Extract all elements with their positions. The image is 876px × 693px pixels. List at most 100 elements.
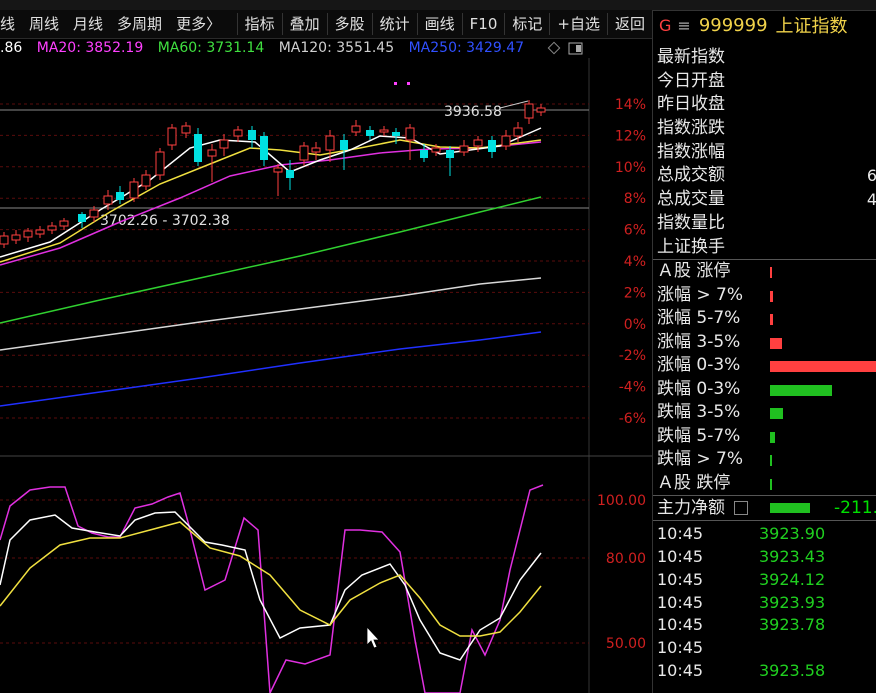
window-toggle-icon[interactable] bbox=[568, 42, 583, 55]
indicator-line-magenta bbox=[0, 484, 544, 693]
candle-body bbox=[392, 132, 400, 136]
stat-row: 指数量比 bbox=[653, 212, 876, 236]
tick-time: 10:45 bbox=[657, 592, 704, 612]
distribution-label: 跌幅 > 7% bbox=[657, 449, 744, 470]
candle-body bbox=[194, 134, 202, 162]
candle-body bbox=[273, 167, 283, 173]
distribution-label: 跌幅 3-5% bbox=[657, 402, 741, 423]
stat-label: 指数涨幅 bbox=[657, 141, 725, 162]
stat-label: 指数涨跌 bbox=[657, 118, 725, 139]
distribution-label: 涨幅 > 7% bbox=[657, 284, 744, 305]
ma120-line bbox=[0, 277, 542, 351]
candle-body bbox=[524, 103, 534, 119]
indicator-axis-label: 100.00 bbox=[597, 493, 646, 509]
advance-decline-distribution: Ａ股 涨停 涨幅 > 7% 涨幅 5-7% 涨幅 3-5% 涨幅 0-3% 跌幅 0-3%… bbox=[653, 260, 876, 495]
distribution-label: 涨幅 0-3% bbox=[657, 355, 741, 376]
stat-row: 今日开盘 bbox=[653, 70, 876, 94]
main-flow-bar bbox=[770, 503, 810, 514]
high-price-label: 3936.58 bbox=[444, 104, 502, 120]
candle-body bbox=[78, 214, 86, 222]
candle-body bbox=[248, 130, 256, 140]
tick-price: 3923.43 bbox=[759, 546, 826, 566]
distribution-row: 跌幅 3-5% bbox=[653, 401, 876, 425]
candle-body bbox=[325, 135, 335, 151]
stock-code: 999999 bbox=[698, 14, 768, 36]
distribution-row: 涨幅 3-5% bbox=[653, 331, 876, 355]
distribution-label: 跌幅 5-7% bbox=[657, 425, 741, 446]
stat-row: 总成交量 4 bbox=[653, 188, 876, 212]
stat-label: 最新指数 bbox=[657, 47, 725, 67]
distribution-row: Ａ股 涨停 bbox=[653, 260, 876, 284]
candle-body bbox=[47, 225, 57, 231]
candle-body bbox=[0, 235, 9, 245]
candle-body bbox=[431, 147, 441, 153]
candle-body bbox=[379, 129, 389, 133]
candle-body bbox=[11, 234, 21, 241]
distribution-label: Ａ股 涨停 bbox=[657, 261, 731, 282]
candle-body bbox=[103, 195, 113, 205]
distribution-label: 涨幅 3-5% bbox=[657, 331, 741, 352]
percent-axis-label: 14% bbox=[615, 97, 646, 113]
tick-time: 10:45 bbox=[657, 569, 704, 589]
stock-name: 上证指数 bbox=[775, 16, 848, 37]
candle-body bbox=[219, 139, 229, 149]
distribution-bar bbox=[770, 361, 876, 373]
candle-body bbox=[155, 151, 165, 176]
chart-canvas: 14% 12% 10% 8% 6% 4% 2% 0% -2% -4% -6% 3936.58 370… bbox=[0, 41, 652, 693]
tick-row: 10:45 3923.43 bbox=[653, 546, 876, 569]
tick-row: 10:45 3923.90 bbox=[653, 523, 876, 546]
list-icon[interactable] bbox=[734, 501, 749, 516]
stat-row: 指数涨跌 bbox=[653, 117, 876, 141]
percent-axis-label: -6% bbox=[619, 411, 646, 427]
tick-list: 10:45 3923.90 10:45 3923.43 10:45 3924.12 10:4… bbox=[653, 521, 876, 683]
tick-price: 3923.78 bbox=[759, 615, 826, 635]
stat-label: 上证换手 bbox=[657, 236, 725, 257]
stat-label: 总成交额 bbox=[657, 165, 725, 186]
tick-price: 3923.58 bbox=[759, 660, 826, 680]
stat-value: 4 bbox=[866, 190, 876, 210]
candle-body bbox=[340, 140, 348, 150]
g-logo-icon: G bbox=[659, 15, 672, 35]
distribution-row: 涨幅 5-7% bbox=[653, 307, 876, 331]
stat-row: 昨日收盘 bbox=[653, 93, 876, 117]
main-net-flow: 主力净额 -211. bbox=[653, 496, 876, 520]
stat-label: 总成交量 bbox=[657, 189, 725, 210]
distribution-row: Ａ股 跌停 bbox=[653, 472, 876, 496]
main-flow-value: -211. bbox=[834, 498, 876, 519]
distribution-bar bbox=[770, 478, 772, 490]
distribution-bar bbox=[770, 314, 773, 326]
tick-price: 3924.12 bbox=[759, 569, 826, 589]
stat-row: 总成交额 6 bbox=[653, 164, 876, 188]
percent-axis-label: 4% bbox=[624, 254, 646, 270]
ma250-line bbox=[0, 331, 542, 407]
diamond-icon[interactable] bbox=[547, 41, 561, 55]
tick-row: 10:45 3923.93 bbox=[653, 592, 876, 615]
menu-icon[interactable]: ≡ bbox=[677, 16, 690, 35]
percent-axis-label: 8% bbox=[624, 191, 646, 207]
percent-axis-label: -2% bbox=[619, 348, 646, 364]
distribution-row: 涨幅 > 7% bbox=[653, 284, 876, 308]
tick-time: 10:45 bbox=[657, 660, 704, 680]
quote-title-bar: G ≡ 999999 上证指数 bbox=[653, 10, 876, 40]
candle-body bbox=[59, 220, 69, 227]
tick-row: 10:45 3924.12 bbox=[653, 569, 876, 592]
tick-row: 10:45 bbox=[653, 637, 876, 660]
marker-dot bbox=[407, 82, 410, 85]
index-stats: 最新指数今日开盘 昨日收盘 指数涨跌 指数涨幅 总成交额 6 总成交量 4 指数量比上证换手 bbox=[653, 40, 876, 259]
candle-body bbox=[23, 230, 33, 238]
tick-price: 3923.93 bbox=[759, 592, 826, 612]
distribution-row: 跌幅 0-3% bbox=[653, 378, 876, 402]
candle-body bbox=[286, 170, 294, 178]
candle-body bbox=[299, 145, 309, 161]
candle-body bbox=[181, 125, 191, 134]
candle-body bbox=[501, 135, 511, 147]
candlestick-series bbox=[0, 100, 546, 248]
tick-time: 10:45 bbox=[657, 638, 704, 658]
distribution-bar bbox=[770, 384, 832, 396]
candle-body bbox=[35, 229, 45, 235]
distribution-bar bbox=[770, 267, 772, 279]
distribution-bar bbox=[770, 408, 783, 420]
percent-axis-label: 2% bbox=[624, 285, 646, 301]
distribution-bar bbox=[770, 290, 773, 302]
stat-label: 指数量比 bbox=[657, 212, 725, 233]
